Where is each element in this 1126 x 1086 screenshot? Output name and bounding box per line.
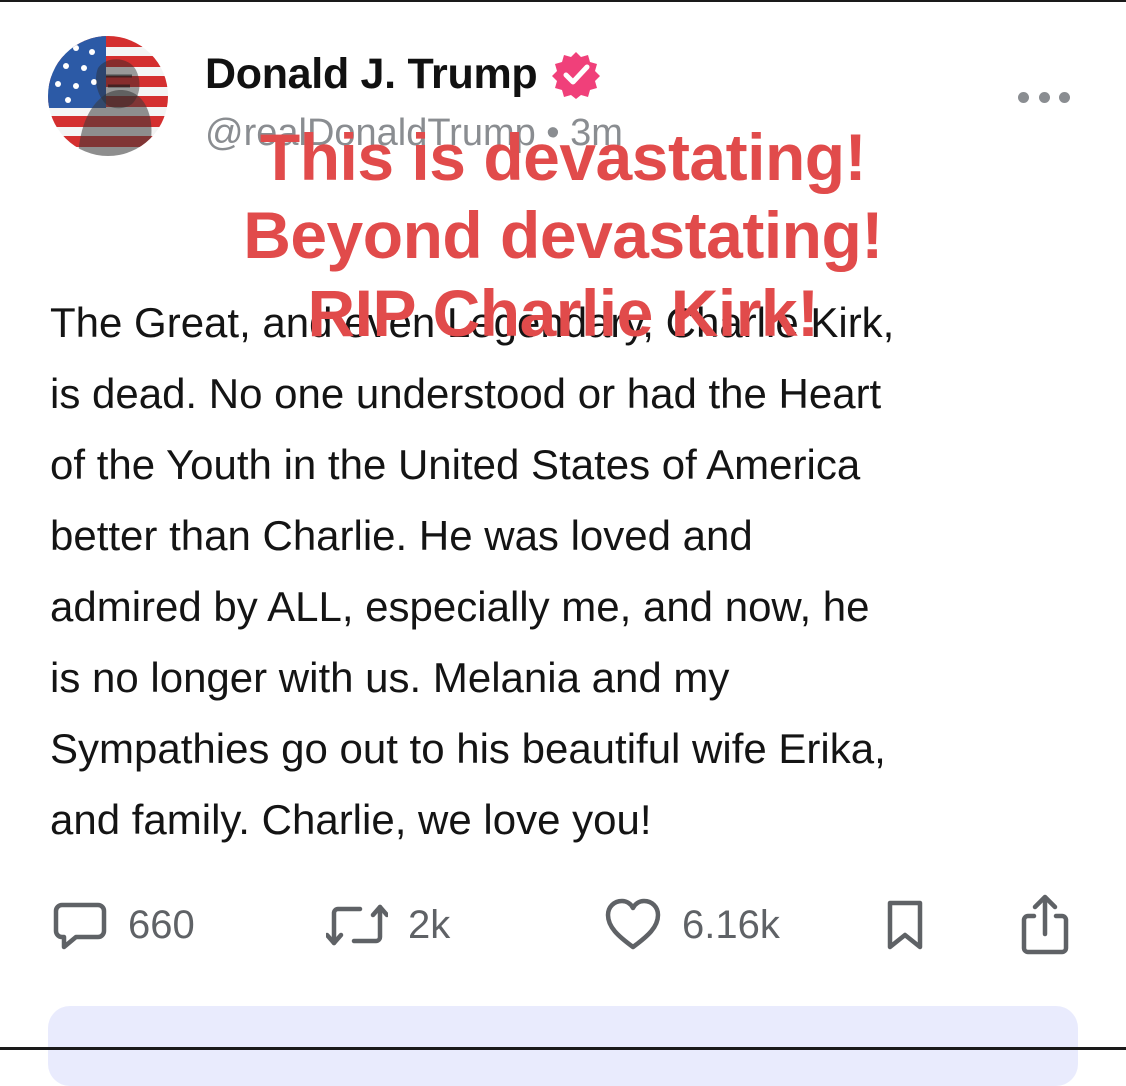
post-line-5: admired by ALL, especially me, and now, …: [50, 583, 870, 630]
dot-2: [1038, 91, 1050, 103]
compose-box[interactable]: [48, 1006, 1078, 1086]
heart-icon: [605, 898, 661, 950]
overlay-caption-line-3: RIP Charlie Kirk!: [307, 276, 819, 350]
overlay-caption-line-1: This is devastating!: [259, 120, 867, 194]
share-icon: [1021, 894, 1069, 955]
repost-button[interactable]: 2k: [326, 890, 450, 960]
post-line-2: is dead. No one understood or had the He…: [50, 370, 882, 417]
bookmark-button[interactable]: [884, 890, 926, 960]
dot-3: [1059, 91, 1070, 103]
reply-button[interactable]: 660: [52, 890, 195, 960]
post-text: The Great, and even Legendary, Charlie K…: [50, 287, 1090, 855]
repost-count: 2k: [408, 902, 451, 947]
like-button[interactable]: 6.16k: [604, 890, 780, 960]
post-line-6: is no longer with us. Melania and my: [50, 654, 730, 701]
overlay-caption-line-2: Beyond devastating!: [243, 198, 883, 272]
overlay-caption: This is devastating! Beyond devastating!…: [0, 118, 1126, 352]
verified-badge-icon: [552, 52, 601, 99]
post-line-4: better than Charlie. He was loved and: [50, 512, 753, 559]
top-border: [0, 0, 1126, 2]
share-button[interactable]: [1020, 890, 1070, 960]
like-count: 6.16k: [682, 902, 780, 947]
post-line-3: of the Youth in the United States of Ame…: [50, 441, 861, 488]
more-dots-icon[interactable]: [1018, 88, 1070, 106]
post-action-bar: 660 2k 6.16k: [0, 890, 1126, 960]
post-line-8: and family. Charlie, we love you!: [50, 796, 652, 843]
post-line-7: Sympathies go out to his beautiful wife …: [50, 725, 886, 772]
bookmark-icon: [887, 900, 923, 950]
repost-icon: [326, 904, 388, 946]
author-display-name[interactable]: Donald J. Trump: [205, 50, 538, 99]
reply-icon: [53, 902, 107, 950]
reply-count: 660: [128, 902, 195, 947]
dot-1: [1018, 91, 1029, 103]
author-name-row: Donald J. Trump: [205, 46, 601, 102]
